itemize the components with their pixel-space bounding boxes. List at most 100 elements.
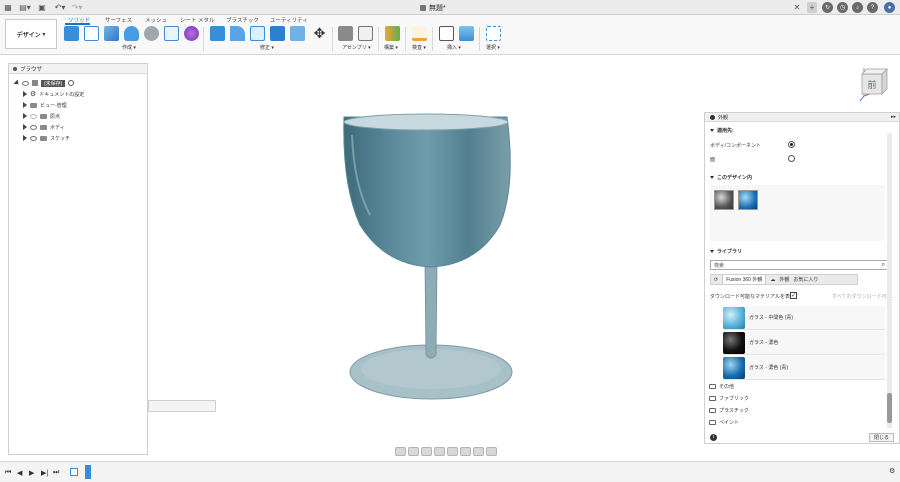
step-back-icon[interactable]: ◀ (17, 469, 22, 477)
help-icon[interactable]: ? (867, 2, 878, 13)
play-icon[interactable]: ▶ (29, 469, 34, 477)
apply-option-face-radio[interactable] (788, 155, 795, 162)
expand-icon[interactable] (23, 102, 27, 108)
visibility-icon[interactable] (30, 124, 37, 130)
library-search-input[interactable]: 検索 ⌕ (710, 260, 888, 270)
file-icon[interactable]: ▤▾ (19, 2, 31, 13)
viewport-model[interactable] (330, 105, 530, 405)
material-row[interactable]: ガラス - 濃色 (青) (723, 356, 885, 380)
category-other[interactable]: その他 (709, 381, 734, 391)
close-button[interactable]: 閉じる (869, 433, 894, 442)
timeline-marker[interactable] (85, 465, 91, 479)
look-at-icon[interactable] (408, 447, 419, 456)
viewcube[interactable]: 前 (858, 66, 888, 102)
in-design-header[interactable]: このデザイン内 (710, 174, 752, 181)
pan-icon[interactable] (421, 447, 432, 456)
material-row[interactable]: ガラス - 中間色 (青) (723, 306, 885, 330)
expand-icon[interactable] (13, 79, 21, 87)
apply-option-body-radio[interactable] (788, 141, 795, 148)
library-tab-appearance[interactable]: 外観 (779, 276, 789, 283)
orbit-icon[interactable] (395, 447, 406, 456)
scrollbar-thumb[interactable] (887, 393, 892, 423)
user-avatar-icon[interactable]: ● (884, 2, 895, 13)
shell-icon[interactable] (250, 26, 265, 41)
go-to-end-icon[interactable]: ⏭ (53, 469, 59, 477)
group-modify[interactable]: 修正 ▾ (260, 44, 274, 51)
library-header[interactable]: ライブラリ (710, 248, 742, 255)
offset-plane-icon[interactable] (385, 26, 400, 41)
tree-item-origin[interactable]: 原点 (23, 111, 60, 121)
expand-icon[interactable] (23, 124, 27, 130)
close-tab-icon[interactable]: ✕ (793, 2, 801, 13)
pattern-icon[interactable] (164, 26, 179, 41)
tree-item-sketches[interactable]: スケッチ (23, 133, 70, 143)
material-row[interactable]: ガラス - 濃色 (723, 331, 885, 355)
tab-sheet-metal[interactable]: シート メタル (180, 16, 215, 24)
revolve-icon[interactable] (124, 26, 139, 41)
save-icon[interactable]: ▣ (38, 2, 46, 13)
show-downloadable-checkbox[interactable]: ✓ (790, 292, 797, 299)
visibility-icon[interactable] (30, 113, 37, 119)
measure-icon[interactable] (412, 26, 427, 41)
group-create[interactable]: 作成 ▾ (122, 44, 136, 51)
press-pull-icon[interactable] (210, 26, 225, 41)
group-inspect[interactable]: 検査 ▾ (412, 44, 426, 51)
visibility-icon[interactable] (30, 135, 37, 141)
search-icon[interactable]: ⌕ (882, 262, 885, 269)
timeline-feature-icon[interactable] (70, 468, 78, 476)
library-tab-fusion[interactable]: Fusion 360 外観 (722, 274, 767, 285)
panel-scrollbar[interactable] (887, 133, 892, 428)
appearance-swatch-glass-blue[interactable] (738, 190, 758, 210)
tree-item-bodies[interactable]: ボディ (23, 122, 65, 132)
undo-icon[interactable]: ↶▾ (55, 2, 66, 13)
redo-icon[interactable]: ↷▾ (72, 2, 83, 13)
expand-icon[interactable] (23, 113, 27, 119)
group-construct[interactable]: 構築 ▾ (384, 44, 398, 51)
tab-mesh[interactable]: メッシュ (145, 16, 167, 24)
comments-box[interactable] (148, 400, 216, 412)
tab-utility[interactable]: ユーティリティ (270, 16, 308, 24)
tree-item-document-settings[interactable]: ⚙ ドキュメントの設定 (23, 89, 84, 99)
step-forward-icon[interactable]: ▶| (41, 469, 48, 477)
library-tab-favorites[interactable]: お気に入り (793, 276, 818, 283)
info-icon[interactable]: i (710, 434, 717, 441)
grid-settings-icon[interactable] (473, 447, 484, 456)
extrude-icon[interactable] (104, 26, 119, 41)
viewports-icon[interactable] (486, 447, 497, 456)
extensions-icon[interactable]: ↻ (822, 2, 833, 13)
browser-root[interactable]: (未保存) (13, 78, 75, 88)
apply-to-header[interactable]: 適用先: (710, 127, 734, 134)
new-component-icon[interactable] (64, 26, 79, 41)
category-paint[interactable]: ペイント (709, 417, 739, 427)
joint-icon[interactable] (358, 26, 373, 41)
fillet-icon[interactable] (230, 26, 245, 41)
group-insert[interactable]: 挿入 ▾ (447, 44, 461, 51)
expand-icon[interactable] (23, 135, 27, 141)
category-fabric[interactable]: ファブリック (709, 393, 749, 403)
fit-icon[interactable] (447, 447, 458, 456)
expand-panel-icon[interactable]: ▸▸ (891, 114, 896, 120)
tab-plastic[interactable]: プラスチック (226, 16, 259, 24)
workspace-switcher[interactable]: デザイン ▾ (5, 19, 57, 49)
form-icon[interactable] (184, 26, 199, 41)
go-to-start-icon[interactable]: ⏮ (5, 469, 11, 477)
activate-icon[interactable] (68, 80, 75, 86)
timeline-settings-icon[interactable]: ⚙ (889, 467, 895, 475)
tab-surface[interactable]: サーフェス (105, 16, 132, 24)
group-assembly[interactable]: アセンブリ ▾ (342, 44, 371, 51)
app-grid-icon[interactable]: ▦ (4, 2, 12, 13)
appearance-swatch-metal[interactable] (714, 190, 734, 210)
notification-icon[interactable]: ♪ (852, 2, 863, 13)
insert-derive-icon[interactable] (439, 26, 454, 41)
offset-face-icon[interactable] (290, 26, 305, 41)
tree-item-named-views[interactable]: ビュー-管理 (23, 100, 67, 110)
create-sketch-icon[interactable] (84, 26, 99, 41)
expand-icon[interactable] (23, 91, 27, 97)
zoom-icon[interactable] (434, 447, 445, 456)
visibility-icon[interactable] (22, 80, 29, 86)
new-tab-icon[interactable]: + (807, 2, 817, 13)
new-component-assembly-icon[interactable] (338, 26, 353, 41)
select-icon[interactable] (486, 26, 501, 41)
insert-image-icon[interactable] (459, 26, 474, 41)
online-status-icon[interactable]: ◷ (837, 2, 848, 13)
